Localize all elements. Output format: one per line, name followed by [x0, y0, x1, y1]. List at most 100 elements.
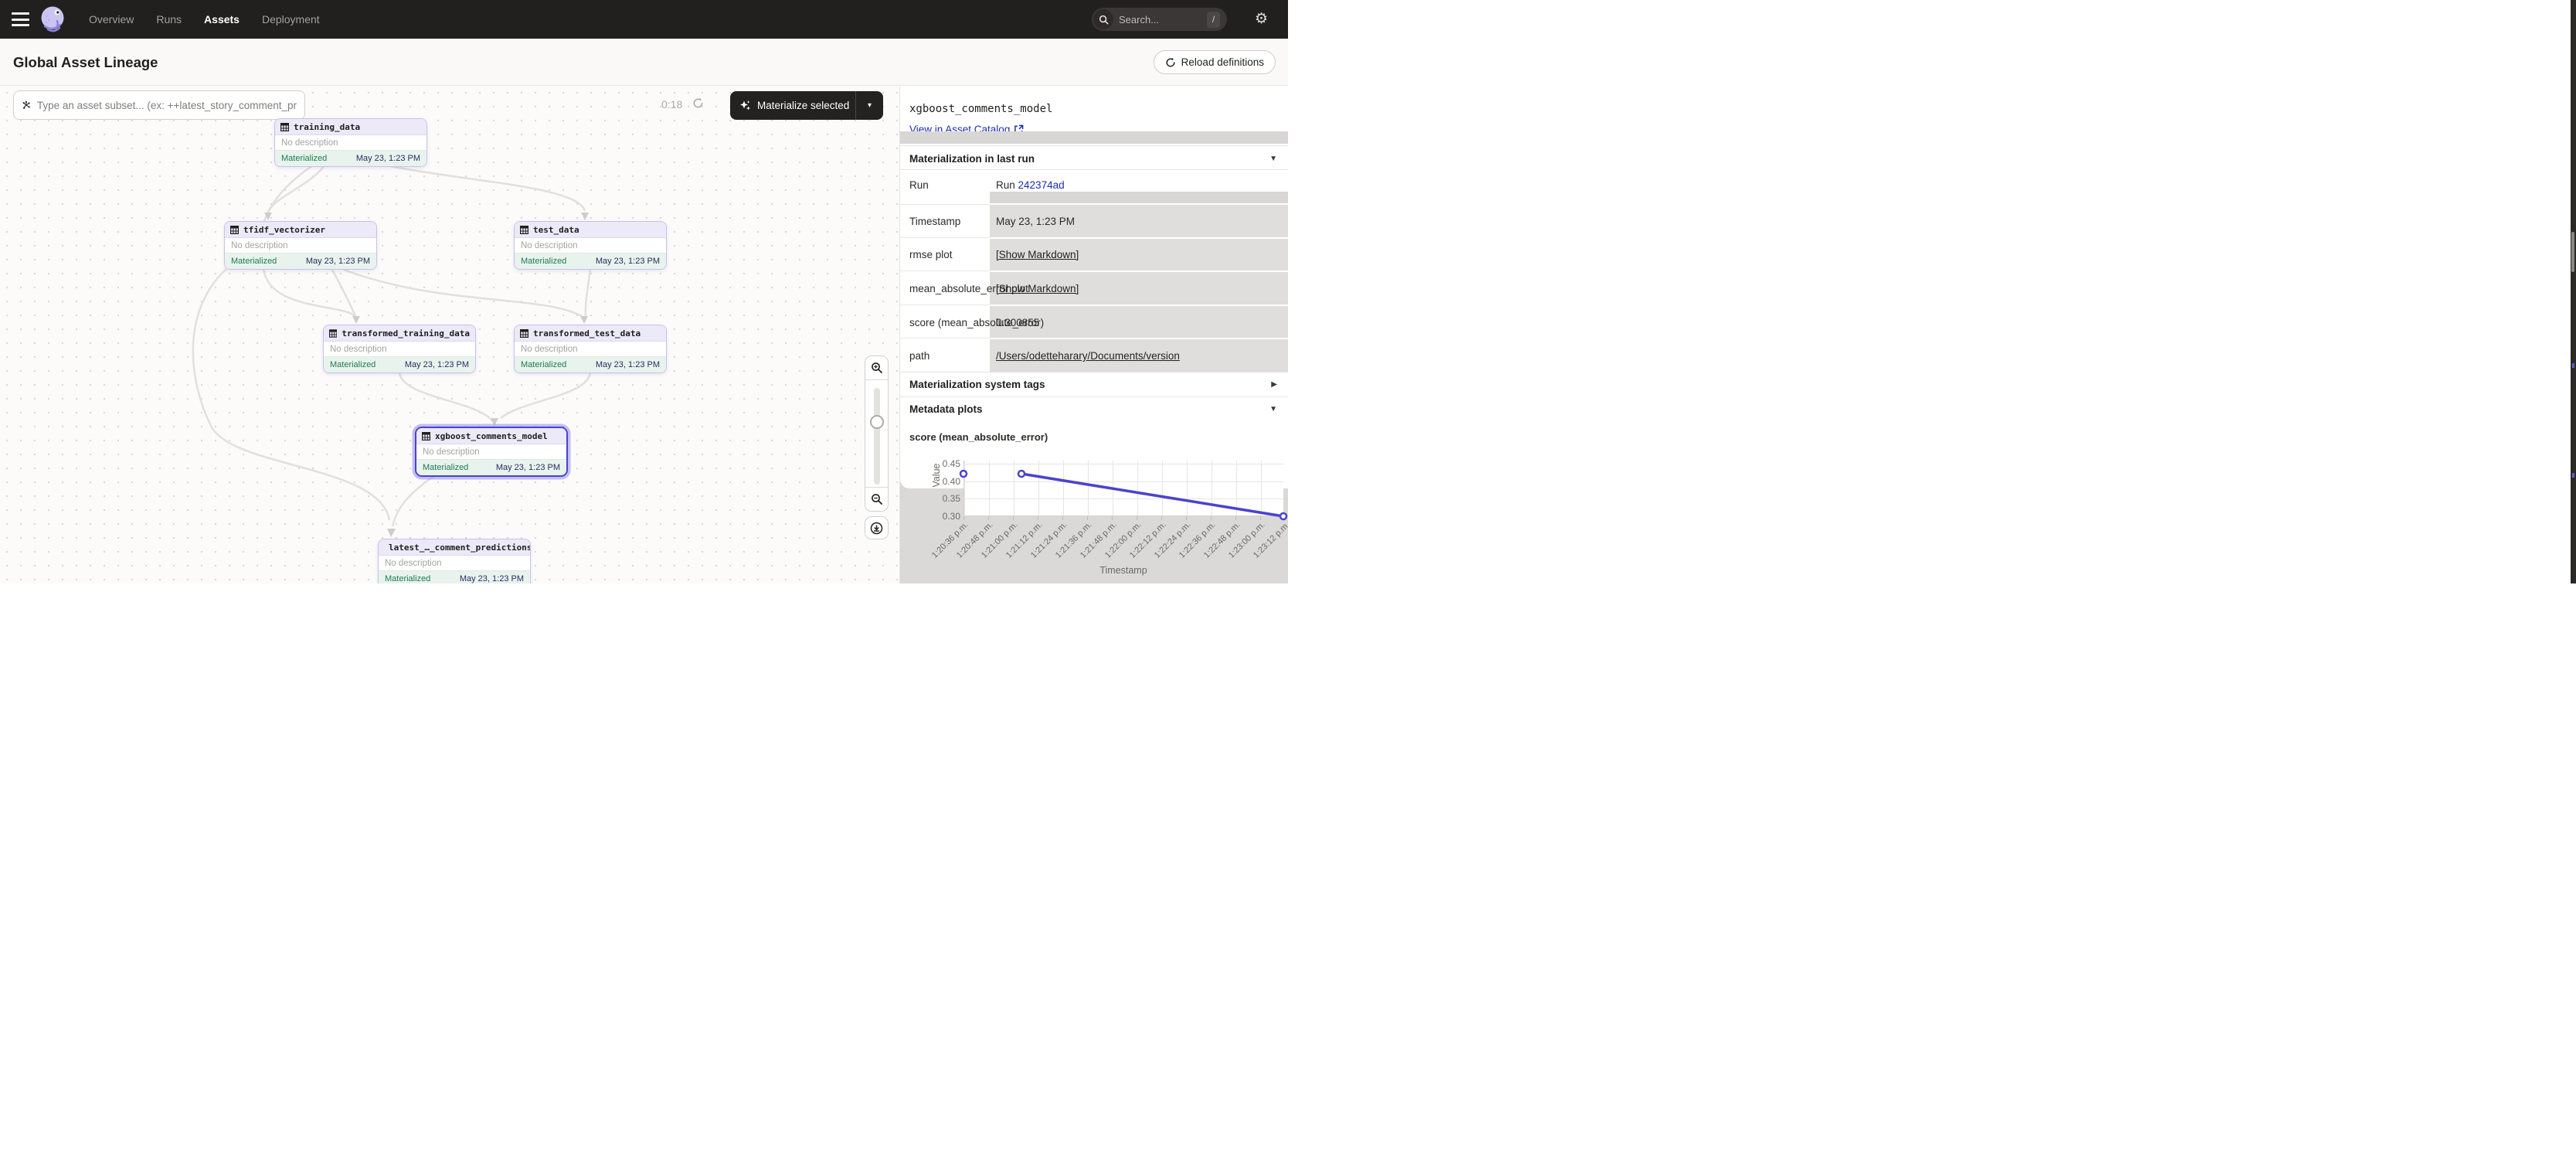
asset-node-description: No description [275, 135, 427, 150]
graph-refresh-icon[interactable] [692, 97, 704, 113]
asset-node-timestamp: May 23, 1:23 PM [596, 257, 660, 266]
asset-node-status: Materialized [423, 463, 468, 472]
reload-definitions-button[interactable]: Reload definitions [1154, 50, 1276, 74]
top-navbar: Overview Runs Assets Deployment Search..… [0, 0, 1288, 39]
asset-node-description: No description [324, 342, 475, 356]
run-prefix: Run [996, 179, 1018, 191]
download-graph-button[interactable] [865, 516, 889, 539]
row-label-path: path [909, 350, 929, 362]
asset-node-timestamp: May 23, 1:23 PM [405, 360, 469, 369]
panel-horizontal-scrollbar[interactable] [900, 131, 1288, 144]
asset-subset-input[interactable]: Type an asset subset... (ex: ++latest_st… [13, 90, 305, 120]
run-id-link[interactable]: 242374ad [1018, 179, 1065, 191]
chart-line-series [900, 421, 1288, 584]
asset-node-transformed-test-data[interactable]: transformed_test_data No description Mat… [514, 325, 667, 373]
materialize-selected-button[interactable]: Materialize selected ▾ [730, 91, 883, 120]
row-label-rmse-plot: rmse plot [909, 249, 953, 260]
sparkle-icon [739, 100, 751, 111]
row-value-path-link[interactable]: /Users/odetteharary/Documents/version [996, 350, 1180, 362]
asset-node-test-data[interactable]: test_data No description Materialized May… [514, 221, 667, 270]
zoom-slider-track[interactable] [874, 388, 880, 485]
asset-node-timestamp: May 23, 1:23 PM [460, 574, 524, 584]
section-materialization-in-last-run[interactable]: Materialization in last run [909, 153, 1035, 165]
zoom-in-button[interactable] [865, 356, 888, 380]
asset-node-description: No description [416, 444, 566, 459]
asset-node-description: No description [225, 238, 376, 253]
nav-overview[interactable]: Overview [89, 13, 134, 26]
asset-node-status: Materialized [231, 257, 277, 266]
row-label-timestamp: Timestamp [909, 216, 960, 227]
asset-node-transformed-training-data[interactable]: transformed_training_data No description… [323, 325, 476, 373]
asset-node-status: Materialized [281, 154, 327, 163]
asset-node-status: Materialized [521, 257, 566, 266]
reload-definitions-label: Reload definitions [1181, 56, 1264, 68]
download-icon [870, 522, 883, 535]
asset-node-name: transformed_training_data [342, 328, 470, 339]
asset-node-description: No description [515, 342, 666, 356]
global-search-input[interactable]: Search... / [1092, 8, 1227, 31]
asset-node-training-data[interactable]: training_data No description Materialize… [274, 118, 427, 167]
nav-runs[interactable]: Runs [156, 13, 182, 26]
row-label-run: Run [909, 179, 929, 191]
graph-zoom-control [865, 356, 889, 512]
asset-node-timestamp: May 23, 1:23 PM [496, 463, 560, 472]
section-materialization-system-tags[interactable]: Materialization system tags [909, 379, 1045, 390]
run-row-scrollbar[interactable] [990, 192, 1288, 203]
asset-node-name: latest_…_comment_predictions [389, 543, 531, 553]
zoom-out-icon [871, 493, 883, 505]
asset-node-timestamp: May 23, 1:23 PM [306, 257, 370, 266]
row-value-score: 0.300855 [996, 317, 1039, 328]
nav-assets[interactable]: Assets [204, 13, 240, 26]
table-icon [329, 329, 337, 338]
table-icon [422, 432, 430, 441]
gear-icon[interactable]: ⚙ [1255, 10, 1268, 29]
asset-subset-placeholder: Type an asset subset... (ex: ++latest_st… [37, 100, 297, 111]
page-title: Global Asset Lineage [13, 54, 158, 71]
chevron-right-icon[interactable]: ▶ [1271, 380, 1277, 389]
nav-deployment[interactable]: Deployment [262, 13, 320, 26]
section-metadata-plots[interactable]: Metadata plots [909, 403, 983, 415]
screen-edge-strip [2571, 0, 2576, 584]
materialize-dropdown-caret[interactable]: ▾ [855, 91, 883, 120]
table-icon [230, 226, 239, 234]
asset-node-xgboost-comments-model[interactable]: xgboost_comments_model No description Ma… [415, 427, 568, 477]
row-value-timestamp: May 23, 1:23 PM [996, 216, 1075, 227]
asset-node-latest-comment-predictions[interactable]: latest_…_comment_predictions No descript… [378, 539, 531, 584]
row-value-rmse-plot-link[interactable]: [Show Markdown] [996, 249, 1079, 260]
refresh-timer: 0:18 [661, 98, 682, 111]
table-icon [520, 226, 528, 234]
hamburger-menu-icon[interactable] [12, 12, 29, 26]
zoom-out-button[interactable] [865, 487, 888, 511]
asset-node-description: No description [515, 238, 666, 253]
search-shortcut-badge: / [1207, 12, 1220, 28]
x-axis-label: Timestamp [963, 565, 1283, 576]
asset-node-name: xgboost_comments_model [435, 431, 548, 441]
row-value-run: Run 242374ad [996, 179, 1065, 191]
dagster-logo[interactable] [37, 4, 68, 35]
row-value-mae-plot-link[interactable]: [Show Markdown] [996, 283, 1079, 294]
asset-node-status: Materialized [330, 360, 376, 369]
asset-node-timestamp: May 23, 1:23 PM [356, 154, 420, 163]
asset-node-name: training_data [294, 122, 360, 132]
refresh-icon [1165, 57, 1176, 68]
asset-node-tfidf-vectorizer[interactable]: tfidf_vectorizer No description Material… [224, 221, 377, 270]
metadata-plot-section: score (mean_absolute_error) 0.45 0.40 0.… [900, 421, 1288, 584]
zoom-in-icon [871, 362, 883, 374]
scrollbar-thumb[interactable] [2571, 232, 2574, 272]
main-nav: Overview Runs Assets Deployment [89, 0, 320, 39]
op-selector-icon [22, 99, 31, 111]
asset-node-status: Materialized [385, 574, 430, 584]
asset-lineage-graph[interactable]: Type an asset subset... (ex: ++latest_st… [0, 86, 898, 584]
asset-node-timestamp: May 23, 1:23 PM [596, 360, 660, 369]
zoom-slider-thumb[interactable] [870, 415, 884, 429]
asset-node-name: test_data [533, 225, 579, 235]
asset-details-panel: xgboost_comments_model View in Asset Cat… [899, 86, 1288, 584]
table-icon [520, 329, 528, 338]
asset-node-status: Materialized [521, 360, 566, 369]
asset-node-name: tfidf_vectorizer [243, 225, 325, 235]
chevron-down-icon[interactable]: ▼ [1269, 405, 1277, 413]
page-header: Global Asset Lineage Reload definitions [0, 39, 1288, 86]
chevron-down-icon[interactable]: ▼ [1269, 155, 1277, 163]
materialize-selected-label: Materialize selected [757, 100, 849, 111]
asset-node-name: transformed_test_data [533, 328, 641, 339]
